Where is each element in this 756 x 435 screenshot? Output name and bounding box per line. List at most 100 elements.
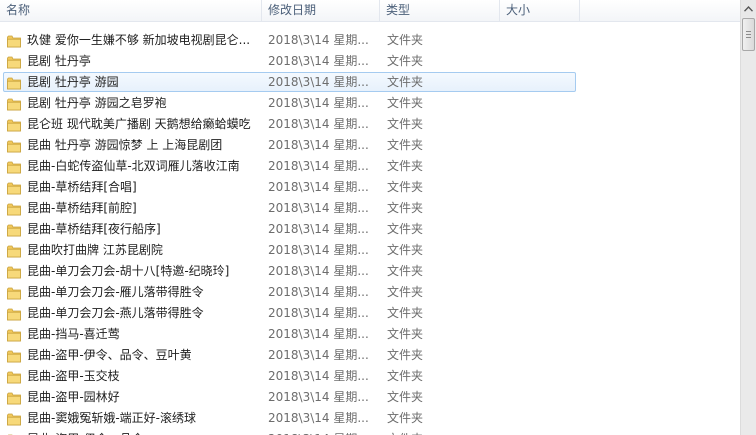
list-item[interactable]: 昆仑班 现代耽美广播剧 天鹅想给癞蛤蟆吃 2018\3\14 星期... 文件夹: [0, 114, 740, 135]
file-date-modified: 2018\3\14 星期...: [268, 369, 369, 383]
file-date-modified: 2018\3\14 星期...: [268, 348, 369, 362]
list-item[interactable]: 昆曲-草桥结拜[夜行船序] 2018\3\14 星期... 文件夹: [0, 219, 740, 240]
folder-icon: [7, 391, 21, 405]
file-name: 昆曲-盗甲-伊令、品令: [27, 429, 259, 435]
list-item[interactable]: 昆曲-窦娥冤斩娥-端正好-滚绣球 2018\3\14 星期... 文件夹: [0, 408, 740, 429]
file-name: 昆曲-盗甲-伊令、品令、豆叶黄: [27, 348, 192, 362]
file-name: 昆仑班 现代耽美广播剧 天鹅想给癞蛤蟆吃: [27, 117, 251, 131]
file-type: 文件夹: [387, 138, 424, 152]
file-name: 昆剧 牡丹亭 游园: [27, 75, 119, 89]
file-type: 文件夹: [387, 306, 424, 320]
file-date-modified: 2018\3\14 星期...: [268, 285, 369, 299]
file-name: 昆剧 牡丹亭 游园之皂罗袍: [27, 96, 167, 110]
list-item[interactable]: 昆曲-单刀会刀会-胡十八[特邀-纪晓玲] 2018\3\14 星期... 文件夹: [0, 261, 740, 282]
file-date-modified: 2018\3\14 星期...: [268, 54, 369, 68]
list-item[interactable]: 昆曲-盗甲-伊令、品令、豆叶黄 2018\3\14 星期... 文件夹: [0, 345, 740, 366]
folder-icon: [7, 244, 21, 258]
list-item[interactable]: 昆剧 牡丹亭 2018\3\14 星期... 文件夹: [0, 51, 740, 72]
file-name: 昆曲-白蛇传盗仙草-北双词雁儿落收江南: [27, 159, 240, 173]
file-date-modified: 2018\3\14 星期...: [268, 180, 369, 194]
file-type: 文件夹: [387, 243, 424, 257]
folder-icon: [7, 286, 21, 300]
list-item[interactable]: 昆曲-单刀会刀会-雁儿落带得胜令 2018\3\14 星期... 文件夹: [0, 282, 740, 303]
folder-icon: [7, 160, 21, 174]
folder-icon: [7, 223, 21, 237]
vertical-scrollbar[interactable]: [740, 0, 756, 435]
file-type: 文件夹: [387, 264, 424, 278]
file-date-modified: 2018\3\14 星期...: [268, 429, 378, 435]
chevron-up-icon: [744, 5, 753, 12]
folder-icon: [7, 265, 21, 279]
list-item[interactable]: 昆剧 牡丹亭 游园 2018\3\14 星期... 文件夹: [0, 72, 740, 93]
folder-icon: [7, 328, 21, 342]
list-item[interactable]: 玖健 爱你一生嫌不够 新加坡电视剧昆仑... 2018\3\14 星期... 文件夹: [0, 30, 740, 51]
folder-icon: [7, 55, 21, 69]
folder-icon: [7, 307, 21, 321]
file-name: 昆曲 牡丹亭 游园惊梦 上 上海昆剧团: [27, 138, 223, 152]
file-list: 玖健 爱你一生嫌不够 新加坡电视剧昆仑... 2018\3\14 星期... 文件夹…: [0, 30, 740, 435]
folder-icon: [7, 139, 21, 153]
list-item[interactable]: 昆曲-盗甲-玉交枝 2018\3\14 星期... 文件夹: [0, 366, 740, 387]
column-header-date-modified[interactable]: 修改日期: [262, 0, 380, 21]
file-type: 文件夹: [387, 75, 424, 89]
file-date-modified: 2018\3\14 星期...: [268, 117, 369, 131]
list-item[interactable]: 昆曲吹打曲牌 江苏昆剧院 2018\3\14 星期... 文件夹: [0, 240, 740, 261]
folder-icon: [7, 349, 21, 363]
file-date-modified: 2018\3\14 星期...: [268, 138, 369, 152]
file-type: 文件夹: [387, 369, 424, 383]
file-name: 昆曲-挡马-喜迁莺: [27, 327, 120, 341]
file-explorer: 名称 修改日期 类型 大小 玖健 爱你一生嫌不够 新加坡电视剧昆仑... 2018…: [0, 0, 756, 435]
file-type: 文件夹: [387, 117, 424, 131]
file-type: 文件夹: [387, 201, 424, 215]
list-item[interactable]: 昆曲-草桥结拜[前腔] 2018\3\14 星期... 文件夹: [0, 198, 740, 219]
list-item[interactable]: 昆曲 牡丹亭 游园惊梦 上 上海昆剧团 2018\3\14 星期... 文件夹: [0, 135, 740, 156]
file-type: 文件夹: [387, 411, 424, 425]
list-item[interactable]: 昆曲-单刀会刀会-燕儿落带得胜令 2018\3\14 星期... 文件夹: [0, 303, 740, 324]
file-name: 昆曲-草桥结拜[前腔]: [27, 201, 137, 215]
list-item[interactable]: 昆曲-白蛇传盗仙草-北双词雁儿落收江南 2018\3\14 星期... 文件夹: [0, 156, 740, 177]
file-date-modified: 2018\3\14 星期...: [268, 306, 369, 320]
scroll-thumb[interactable]: [742, 18, 755, 51]
list-item[interactable]: 昆曲-盗甲-园林好 2018\3\14 星期... 文件夹: [0, 387, 740, 408]
file-date-modified: 2018\3\14 星期...: [268, 411, 369, 425]
file-name: 昆曲-窦娥冤斩娥-端正好-滚绣球: [27, 411, 196, 425]
file-type: 文件夹: [387, 285, 424, 299]
file-date-modified: 2018\3\14 星期...: [268, 264, 369, 278]
file-name: 昆曲-草桥结拜[合唱]: [27, 180, 137, 194]
folder-icon: [7, 76, 21, 90]
list-item[interactable]: 昆曲-挡马-喜迁莺 2018\3\14 星期... 文件夹: [0, 324, 740, 345]
list-item[interactable]: 昆曲-草桥结拜[合唱] 2018\3\14 星期... 文件夹: [0, 177, 740, 198]
file-name: 昆曲-草桥结拜[夜行船序]: [27, 222, 161, 236]
file-type: 文件夹: [387, 222, 424, 236]
file-date-modified: 2018\3\14 星期...: [268, 33, 369, 47]
file-type: 文件夹: [387, 96, 424, 110]
folder-icon: [7, 202, 21, 216]
file-type: 文件夹: [387, 159, 424, 173]
folder-icon: [7, 118, 21, 132]
file-name: 昆曲-单刀会刀会-胡十八[特邀-纪晓玲]: [27, 264, 230, 278]
file-name: 玖健 爱你一生嫌不够 新加坡电视剧昆仑...: [27, 33, 251, 47]
file-date-modified: 2018\3\14 星期...: [268, 243, 369, 257]
column-header-name[interactable]: 名称: [0, 0, 262, 21]
scroll-up-button[interactable]: [741, 0, 756, 17]
file-type: 文件夹: [387, 180, 424, 194]
column-header-type[interactable]: 类型: [380, 0, 500, 21]
file-type: 文件夹: [387, 429, 487, 435]
folder-icon: [7, 370, 21, 384]
file-date-modified: 2018\3\14 星期...: [268, 222, 369, 236]
file-date-modified: 2018\3\14 星期...: [268, 159, 369, 173]
file-type: 文件夹: [387, 390, 424, 404]
list-item[interactable]: 昆曲-盗甲-伊令、品令 2018\3\14 星期... 文件夹: [0, 429, 740, 435]
file-type: 文件夹: [387, 327, 424, 341]
file-name: 昆剧 牡丹亭: [27, 54, 91, 68]
file-type: 文件夹: [387, 33, 424, 47]
file-name: 昆曲-单刀会刀会-雁儿落带得胜令: [27, 285, 204, 299]
file-date-modified: 2018\3\14 星期...: [268, 96, 369, 110]
column-header-size[interactable]: 大小: [500, 0, 580, 21]
list-item[interactable]: 昆剧 牡丹亭 游园之皂罗袍 2018\3\14 星期... 文件夹: [0, 93, 740, 114]
folder-icon: [7, 412, 21, 426]
file-name: 昆曲吹打曲牌 江苏昆剧院: [27, 243, 163, 257]
file-type: 文件夹: [387, 54, 424, 68]
column-header-bar: 名称 修改日期 类型 大小: [0, 0, 740, 22]
file-name: 昆曲-盗甲-玉交枝: [27, 369, 120, 383]
